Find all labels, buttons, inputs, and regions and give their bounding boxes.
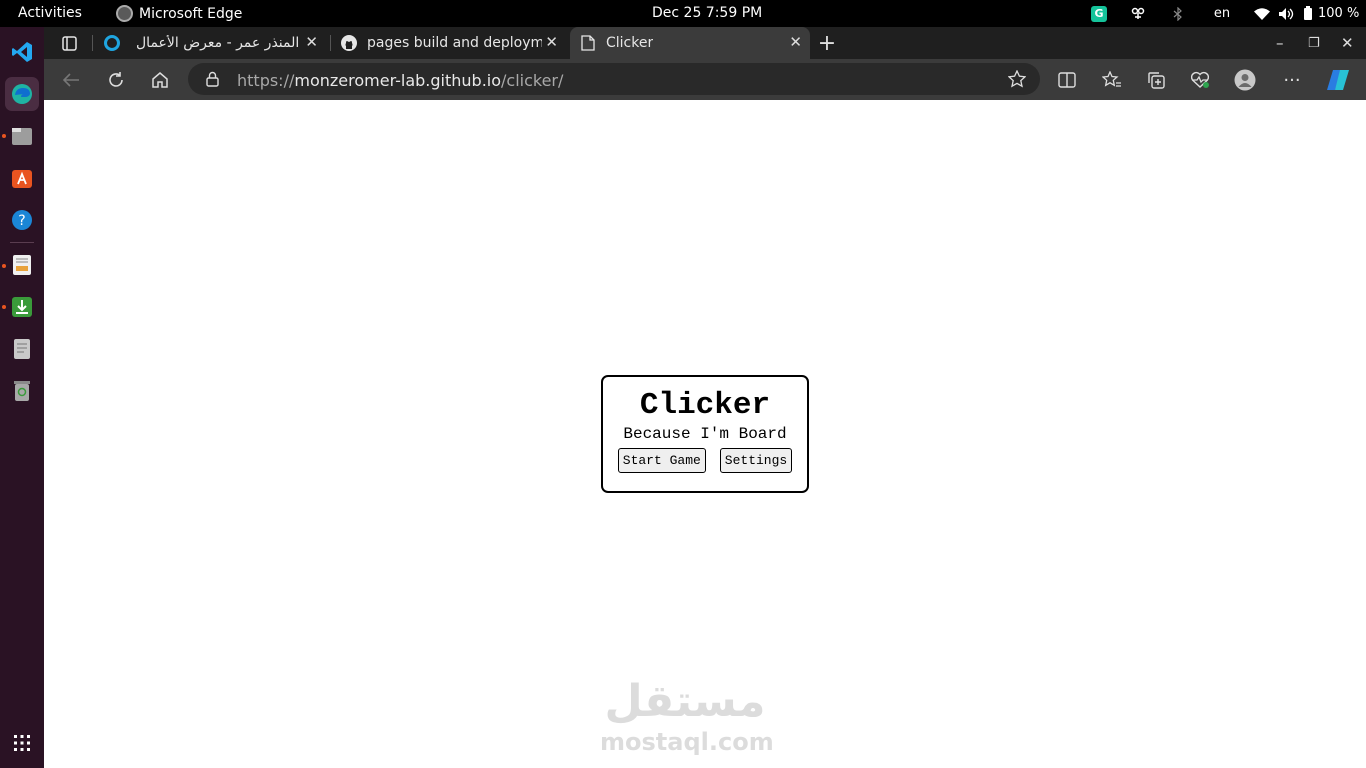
url-text[interactable]: https://monzeromer-lab.github.io/clicker…	[237, 71, 563, 90]
watermark-latin: mostaql.com	[600, 728, 774, 756]
lock-icon[interactable]	[206, 71, 219, 91]
refresh-icon[interactable]	[103, 67, 129, 93]
text-editor-icon[interactable]	[7, 250, 37, 280]
tab-strip: المنذر عمر - معرض الأعمال ✕ pages build …	[44, 27, 1366, 59]
url-scheme: https://	[237, 71, 295, 90]
close-tab-icon[interactable]: ✕	[545, 33, 558, 51]
home-icon[interactable]	[147, 67, 173, 93]
vscode-icon[interactable]	[7, 37, 37, 67]
back-icon[interactable]	[58, 67, 84, 93]
document-viewer-icon[interactable]	[7, 334, 37, 364]
battery-percent: 100 %	[1318, 6, 1360, 21]
trash-icon[interactable]	[7, 376, 37, 406]
favorite-star-icon[interactable]	[1007, 69, 1027, 92]
navigation-toolbar: https://monzeromer-lab.github.io/clicker…	[44, 59, 1366, 100]
bluetooth-icon[interactable]	[1162, 6, 1194, 21]
profile-avatar-icon[interactable]	[1232, 67, 1258, 93]
clicker-menu-card: Clicker Because I'm Board Start Game Set…	[601, 375, 809, 493]
close-window-icon[interactable]: ✕	[1341, 34, 1354, 52]
mostaql-watermark: مستقل mostaql.com	[600, 675, 774, 756]
watermark-arabic: مستقل	[604, 676, 766, 727]
language-indicator[interactable]: en	[1194, 6, 1250, 21]
page-viewport: Clicker Because I'm Board Start Game Set…	[44, 100, 1366, 768]
start-game-button[interactable]: Start Game	[617, 448, 706, 473]
tab-separator	[92, 35, 93, 51]
dock-separator	[10, 242, 34, 243]
split-screen-icon[interactable]	[1054, 67, 1080, 93]
close-tab-icon[interactable]: ✕	[789, 33, 802, 51]
app-center-icon[interactable]	[7, 163, 37, 193]
tab-github-actions[interactable]: pages build and deployment ✕	[338, 27, 566, 59]
favorites-icon[interactable]	[1099, 67, 1125, 93]
svg-text:?: ?	[18, 213, 25, 229]
edge-app-icon	[116, 5, 133, 22]
activities-button[interactable]: Activities	[18, 5, 82, 21]
page-title: Clicker	[639, 388, 771, 423]
address-bar[interactable]: https://monzeromer-lab.github.io/clicker…	[188, 63, 1040, 95]
files-icon[interactable]	[7, 121, 37, 151]
tab-portfolio[interactable]: المنذر عمر - معرض الأعمال ✕	[100, 27, 326, 59]
mostaql-icon	[104, 35, 120, 51]
edge-window: المنذر عمر - معرض الأعمال ✕ pages build …	[44, 27, 1366, 768]
help-icon[interactable]: ?	[7, 205, 37, 235]
running-indicator	[2, 264, 6, 268]
settings-button[interactable]: Settings	[719, 448, 793, 473]
page-subtitle: Because I'm Board	[623, 425, 787, 443]
url-host: monzeromer-lab.github.io	[294, 71, 502, 90]
browser-essentials-icon[interactable]	[1187, 67, 1213, 93]
show-apps-icon[interactable]	[7, 728, 37, 758]
page-icon	[581, 35, 595, 51]
tab-separator	[330, 35, 331, 51]
tab-actions-icon[interactable]	[56, 30, 82, 56]
running-indicator	[2, 305, 6, 309]
running-indicator	[2, 134, 6, 138]
ubuntu-dock: ?	[0, 27, 44, 768]
wifi-icon[interactable]	[1250, 7, 1274, 20]
collections-icon[interactable]	[1143, 67, 1169, 93]
tab-clicker[interactable]: Clicker ✕	[570, 27, 810, 59]
downloader-icon[interactable]	[7, 292, 37, 322]
minimize-icon[interactable]: –	[1276, 34, 1284, 52]
tab-title: pages build and deployment	[367, 35, 542, 51]
github-icon	[340, 34, 358, 52]
edge-icon[interactable]	[5, 77, 39, 111]
new-tab-icon[interactable]: +	[814, 30, 840, 56]
copilot-icon[interactable]	[1325, 67, 1351, 93]
app-menu[interactable]: Microsoft Edge	[116, 5, 242, 22]
menu-buttons: Start Game Settings	[603, 448, 807, 473]
volume-icon[interactable]	[1274, 7, 1298, 21]
app-name: Microsoft Edge	[139, 5, 243, 22]
clock[interactable]: Dec 25 7:59 PM	[652, 5, 762, 21]
restore-icon[interactable]: ❐	[1308, 36, 1320, 51]
system-tray[interactable]: G en 100 %	[1084, 0, 1366, 27]
battery-icon[interactable]	[1298, 6, 1318, 21]
close-tab-icon[interactable]: ✕	[305, 33, 318, 51]
tab-title: Clicker	[606, 35, 654, 51]
system-top-bar: Activities Microsoft Edge Dec 25 7:59 PM…	[0, 0, 1366, 27]
grammarly-icon[interactable]: G	[1084, 5, 1114, 22]
extension-tray-icon[interactable]	[1114, 7, 1162, 21]
url-path: /clicker/	[501, 71, 564, 90]
tab-title: المنذر عمر - معرض الأعمال	[136, 35, 300, 51]
more-options-icon[interactable]: ···	[1279, 67, 1305, 93]
